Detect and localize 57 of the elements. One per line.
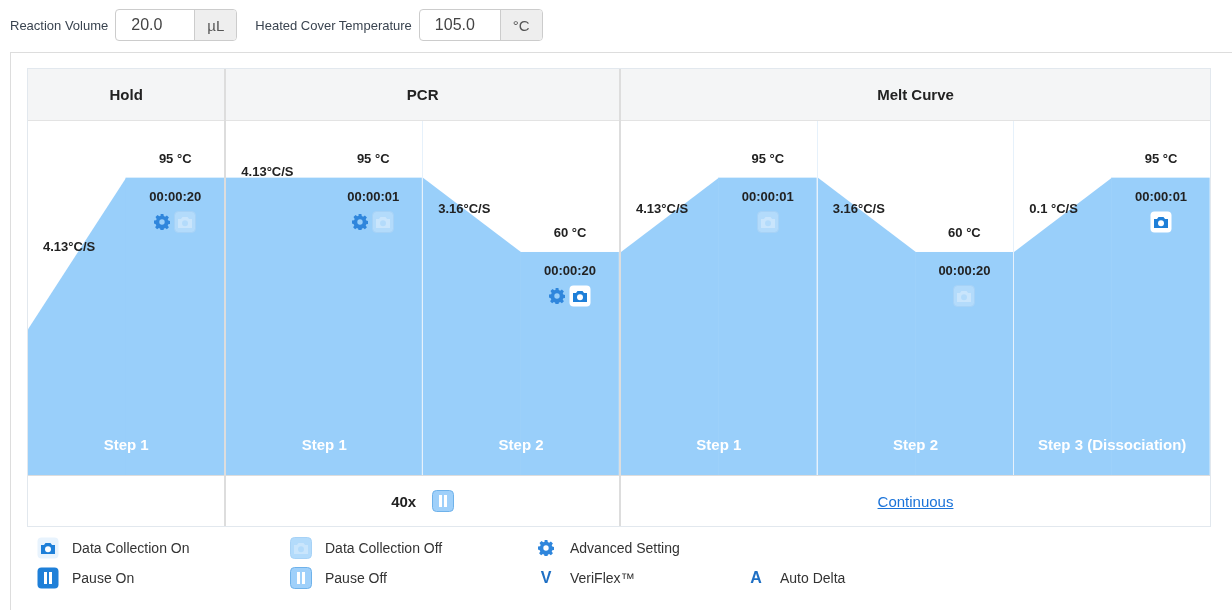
ramp-rate: 0.1 °C/S <box>1029 200 1078 216</box>
cycle-count: 40x <box>391 492 417 510</box>
step-temperature: 95 °C <box>751 150 785 167</box>
stage-header: Melt Curve <box>621 69 1210 121</box>
unit-addon: °C <box>499 10 542 40</box>
step-label: Step 1 <box>300 436 348 453</box>
legend-label: Data Collection Off <box>325 540 443 556</box>
step-duration: 00:00:01 <box>1135 188 1188 205</box>
step-temperature: 95 °C <box>158 150 192 167</box>
setting-label: Heated Cover Temperature <box>255 17 412 33</box>
ramp-rate: 3.16°C/S <box>832 200 885 216</box>
step-duration: 00:00:20 <box>149 188 202 205</box>
step-label: Step 1 <box>695 436 743 453</box>
step-temperature: 60 °C <box>948 224 981 241</box>
ramp-rate: 4.13°C/S <box>43 239 96 255</box>
legend-label: Advanced Setting <box>570 540 680 556</box>
unit-addon: µL <box>194 10 237 40</box>
step-label: Step 1 <box>102 436 150 453</box>
number-field[interactable]: 20.0 µL <box>115 9 238 41</box>
legend-label: Pause Off <box>325 570 387 586</box>
gear-icon[interactable] <box>549 287 566 304</box>
gear-icon[interactable] <box>154 213 171 230</box>
ramp-rate: 4.13°C/S <box>241 163 294 179</box>
pause-icon[interactable] <box>290 567 312 589</box>
camera-off-icon[interactable] <box>756 210 779 233</box>
continuous-link[interactable]: Continuous <box>877 492 954 510</box>
camera-off-icon[interactable] <box>174 210 197 233</box>
legend-symbol: V <box>539 569 553 587</box>
step-duration: 00:00:01 <box>741 188 794 205</box>
stage-header: PCR <box>226 69 619 121</box>
gear-icon[interactable] <box>538 540 554 556</box>
step-label: Step 2 <box>892 436 939 453</box>
step-temperature: 95 °C <box>356 150 390 167</box>
legend-symbol: A <box>749 569 763 587</box>
step-label: Step 3 (Dissociation) <box>1037 436 1188 453</box>
legend-label: Auto Delta <box>780 570 846 586</box>
ramp-rate: 4.13°C/S <box>636 200 689 216</box>
camera-off-icon[interactable] <box>372 210 395 233</box>
number-field[interactable]: 105.0 °C <box>418 9 543 41</box>
pause-icon[interactable] <box>37 567 59 589</box>
legend-label: VeriFlex™ <box>570 570 635 586</box>
camera-off-icon[interactable] <box>290 537 312 559</box>
gear-icon[interactable] <box>352 213 369 230</box>
setting-label: Reaction Volume <box>10 17 109 33</box>
step-temperature: 60 °C <box>553 224 587 241</box>
step-duration: 00:00:20 <box>938 262 991 279</box>
ramp-rate: 3.16°C/S <box>438 200 491 216</box>
step-label: Step 2 <box>497 436 545 453</box>
step-duration: 00:00:20 <box>544 262 597 279</box>
step-duration: 00:00:01 <box>347 188 400 205</box>
legend-label: Data Collection On <box>72 540 190 556</box>
stage-header: Hold <box>28 69 225 121</box>
pause-icon[interactable] <box>432 490 455 512</box>
step-temperature: 95 °C <box>1144 150 1178 167</box>
camera-on-icon[interactable] <box>37 537 59 559</box>
camera-off-icon[interactable] <box>953 284 976 307</box>
legend-label: Pause On <box>72 570 135 586</box>
